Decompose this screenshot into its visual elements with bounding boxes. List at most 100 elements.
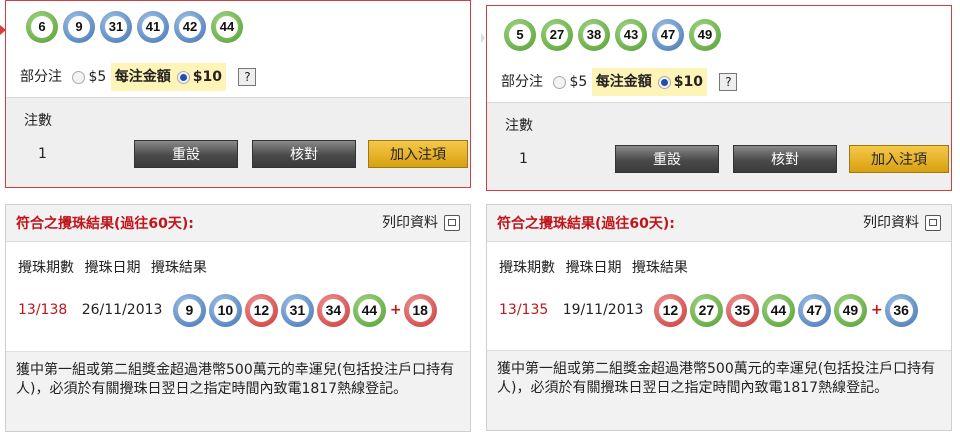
- ball-number: 43: [620, 24, 642, 46]
- col-draw-number: 攪珠期數: [499, 260, 555, 276]
- number-ball-green: 38: [578, 19, 610, 51]
- ball-number: 12: [249, 298, 273, 322]
- draw-balls: 9 10 12 31 34 44 +18: [172, 293, 440, 327]
- ball-number: 10: [213, 298, 237, 322]
- number-ball-green: 49: [689, 19, 721, 51]
- number-ball-blue: 42: [174, 11, 206, 43]
- results-box: 符合之攪珠結果(過往60天): 列印資料 攪珠期數 攪珠日期 攪珠結果 13/1…: [5, 204, 471, 432]
- bet-count-label: 注數: [505, 118, 533, 134]
- number-ball-green: 6: [26, 11, 58, 43]
- number-ball-green: 44: [211, 11, 243, 43]
- number-ball-green: 49: [833, 293, 867, 327]
- ball-number: 18: [408, 298, 432, 322]
- ball-number: 9: [177, 298, 201, 322]
- unit-bet-row: 部分注 $5 每注金額 $10 ?: [501, 68, 738, 96]
- pointer-arrow: [481, 33, 485, 43]
- number-ball-green: 44: [761, 293, 795, 327]
- unit-bet-row: 部分注 $5 每注金額 $10 ?: [20, 63, 257, 91]
- unit-amount-highlight: 每注金額 $10: [591, 68, 707, 96]
- number-ball-blue: 47: [797, 293, 831, 327]
- ball-number: 5: [509, 24, 531, 46]
- draw-result-row: 13/135 19/11/2013 12 27 35 44 47 49 +36: [499, 293, 921, 327]
- number-ball-blue: 31: [280, 293, 314, 327]
- col-draw-result: 攪珠結果: [150, 260, 207, 276]
- results-box: 符合之攪珠結果(過往60天): 列印資料 攪珠期數 攪珠日期 攪珠結果 13/1…: [486, 204, 952, 431]
- number-ball-green: 43: [615, 19, 647, 51]
- print-link[interactable]: 列印資料: [382, 205, 460, 241]
- draw-date: 26/11/2013: [81, 302, 163, 318]
- radio-5-dollar[interactable]: [553, 75, 567, 89]
- right-panel: 5 27 38 43 47 49 部分注 $5 每注金額 $10 ? 注數 1 重設 核對 …: [481, 5, 952, 431]
- ball-number: 42: [179, 16, 201, 38]
- option-5-label: $5: [569, 74, 588, 90]
- results-header: 符合之攪珠結果(過往60天): 列印資料: [487, 205, 951, 242]
- number-ball-red: 34: [316, 293, 350, 327]
- check-button[interactable]: 核對: [252, 140, 356, 168]
- extra-number-ball: 36: [884, 293, 918, 327]
- reset-button[interactable]: 重設: [134, 140, 238, 168]
- number-ball-blue: 31: [100, 11, 132, 43]
- draw-date: 19/11/2013: [562, 302, 644, 318]
- results-title: 符合之攪珠結果(過往60天):: [497, 216, 675, 232]
- radio-10-dollar[interactable]: [657, 75, 671, 89]
- pointer-arrow: [0, 25, 6, 35]
- ball-number: 35: [730, 298, 754, 322]
- number-ball-green: 27: [541, 19, 573, 51]
- extra-number-ball: 18: [403, 293, 437, 327]
- add-to-slip-button[interactable]: 加入注項: [849, 145, 949, 173]
- unit-amount-label: 每注金額: [114, 69, 171, 85]
- selected-numbers: 6 9 31 41 42 44: [26, 11, 248, 45]
- option-10-label: $10: [673, 74, 703, 90]
- col-draw-date: 攪珠日期: [565, 260, 622, 276]
- col-draw-result: 攪珠結果: [631, 260, 688, 276]
- ball-number: 36: [889, 298, 913, 322]
- extra-number-plus: +: [389, 302, 402, 318]
- printer-icon[interactable]: [444, 215, 460, 231]
- draw-number-link[interactable]: 13/135: [499, 302, 548, 318]
- bet-count-area: 注數 1 重設 核對 加入注項: [6, 97, 470, 187]
- option-10-label: $10: [192, 69, 222, 85]
- ball-number: 44: [216, 16, 238, 38]
- ball-number: 6: [31, 16, 53, 38]
- number-ball-green: 44: [352, 293, 386, 327]
- ball-number: 41: [142, 16, 164, 38]
- partial-unit-label: 部分注: [20, 69, 62, 85]
- ball-number: 31: [105, 16, 127, 38]
- ball-number: 49: [838, 298, 862, 322]
- number-ball-blue: 47: [652, 19, 684, 51]
- check-button[interactable]: 核對: [733, 145, 837, 173]
- ball-number: 44: [357, 298, 381, 322]
- bet-count-value: 1: [38, 146, 47, 162]
- number-ball-blue: 9: [172, 293, 206, 327]
- add-to-slip-button[interactable]: 加入注項: [368, 140, 468, 168]
- draw-number-link[interactable]: 13/138: [18, 302, 67, 318]
- reset-button[interactable]: 重設: [615, 145, 719, 173]
- bet-entry-box: 6 9 31 41 42 44 部分注 $5 每注金額 $10 ? 注數 1 重設 核對 加…: [0, 0, 471, 188]
- results-header: 符合之攪珠結果(過往60天): 列印資料: [6, 205, 470, 242]
- print-link[interactable]: 列印資料: [863, 205, 941, 241]
- results-title: 符合之攪珠結果(過往60天):: [16, 216, 194, 232]
- draw-result-row: 13/138 26/11/2013 9 10 12 31 34 44 +18: [18, 293, 440, 327]
- partial-unit-label: 部分注: [501, 74, 543, 90]
- ball-number: 31: [285, 298, 309, 322]
- print-label: 列印資料: [863, 215, 919, 231]
- printer-icon[interactable]: [925, 215, 941, 231]
- number-ball-green: 27: [689, 293, 723, 327]
- print-label: 列印資料: [382, 215, 438, 231]
- ball-number: 47: [657, 24, 679, 46]
- radio-10-dollar[interactable]: [176, 70, 190, 84]
- ball-number: 34: [321, 298, 345, 322]
- unit-amount-label: 每注金額: [595, 74, 652, 90]
- draw-balls: 12 27 35 44 47 49 +36: [653, 293, 921, 327]
- number-ball-blue: 41: [137, 11, 169, 43]
- help-icon[interactable]: ?: [719, 73, 738, 91]
- result-column-headers: 攪珠期數 攪珠日期 攪珠結果: [499, 257, 694, 277]
- ball-number: 49: [694, 24, 716, 46]
- ball-number: 9: [68, 16, 90, 38]
- col-draw-date: 攪珠日期: [84, 260, 141, 276]
- radio-5-dollar[interactable]: [72, 70, 86, 84]
- selected-numbers: 5 27 38 43 47 49: [504, 19, 726, 53]
- ball-number: 27: [546, 24, 568, 46]
- registration-note: 獲中第一組或第二組獎金超過港幣500萬元的幸運兒(包括投注戶口持有人)，必須於有…: [6, 351, 470, 431]
- help-icon[interactable]: ?: [238, 68, 257, 86]
